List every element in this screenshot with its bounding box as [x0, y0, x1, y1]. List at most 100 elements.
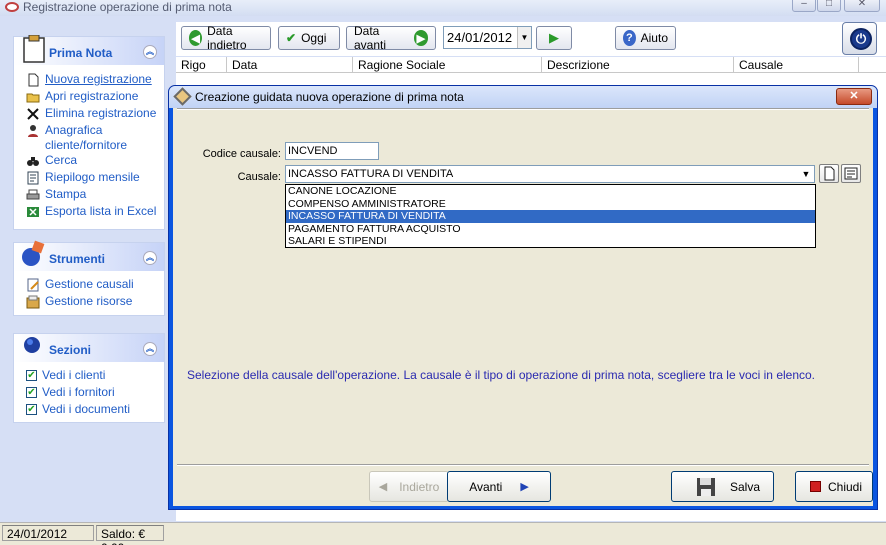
exit-button[interactable]: ⏻ [842, 22, 877, 55]
next-button[interactable]: Avanti ▶ [447, 471, 551, 502]
sidebar-item-label: Elimina registrazione [45, 106, 157, 120]
wizard-icon [173, 87, 192, 106]
sidebar-item-gestione-causali[interactable]: Gestione causali [26, 277, 134, 292]
checkbox-checked-icon[interactable]: ✔ [26, 387, 37, 398]
divider [177, 108, 869, 110]
help-icon: ? [623, 30, 636, 46]
dialog-title-bar: Creazione guidata nuova operazione di pr… [169, 86, 877, 108]
help-button[interactable]: ? Aiuto [615, 26, 676, 50]
sidebar-item-label: Vedi i documenti [42, 402, 131, 416]
sidebar-item-label: Gestione risorse [45, 294, 133, 308]
strumenti-header[interactable]: Strumenti ︽ [14, 240, 164, 271]
dialog-body: Codice causale: INCVEND Causale: INCASSO… [173, 108, 873, 506]
clipboard-icon [23, 35, 45, 63]
window-close-button[interactable]: ✕ [844, 0, 880, 12]
sidebar-item-gestione-risorse[interactable]: Gestione risorse [26, 294, 132, 309]
collapse-icon[interactable]: ︽ [143, 251, 157, 265]
dialog-close-button[interactable]: ✕ [836, 88, 872, 105]
column-header[interactable]: Causale [734, 57, 859, 73]
sidebar-item-riepilogo[interactable]: Riepilogo mensile [26, 170, 140, 185]
arrow-right-icon: ▶ [413, 30, 428, 46]
collapse-icon[interactable]: ︽ [143, 342, 157, 356]
dialog-title: Creazione guidata nuova operazione di pr… [195, 90, 464, 104]
properties-icon [844, 167, 858, 180]
sidebar-item-label: Gestione causali [45, 277, 134, 291]
new-document-icon [824, 166, 835, 181]
sidebar-item-label: Vedi i fornitori [42, 385, 115, 399]
report-icon [27, 171, 39, 185]
list-item[interactable]: COMPENSO AMMINISTRATORE [286, 198, 815, 211]
sidebar-item-nuova-registrazione[interactable]: Nuova registrazione [26, 72, 152, 87]
new-document-icon [28, 73, 39, 87]
power-icon: ⏻ [850, 28, 872, 50]
save-button[interactable]: Salva [671, 471, 774, 502]
column-header[interactable]: Ragione Sociale [353, 57, 542, 73]
divider [177, 464, 869, 466]
causale-options-list[interactable]: CANONE LOCAZIONE COMPENSO AMMINISTRATORE… [285, 184, 816, 248]
list-item[interactable]: PAGAMENTO FATTURA ACQUISTO [286, 223, 815, 236]
list-item[interactable]: SALARI E STIPENDI [286, 235, 815, 248]
status-balance: Saldo: € 0,00 [96, 525, 164, 545]
prima-nota-title: Prima Nota [49, 46, 113, 60]
stop-icon [810, 481, 821, 492]
floppy-disk-icon [697, 477, 715, 496]
app-icon [5, 2, 19, 12]
wizard-dialog: Creazione guidata nuova operazione di pr… [168, 85, 878, 510]
checkbox-checked-icon[interactable]: ✔ [26, 370, 37, 381]
binoculars-icon [27, 157, 39, 166]
sidebar-item-vedi-documenti[interactable]: ✔ Vedi i documenti [26, 402, 130, 417]
column-header[interactable]: Rigo [176, 57, 227, 73]
sidebar-item-label: Riepilogo mensile [45, 170, 140, 184]
sidebar-item-anagrafica[interactable]: Anagrafica cliente/fornitore [26, 123, 140, 153]
help-label: Aiuto [640, 31, 668, 45]
go-button[interactable]: ▶ [536, 26, 572, 50]
date-back-button[interactable]: ◀ Data indietro [181, 24, 271, 52]
sidebar-item-apri-registrazione[interactable]: Apri registrazione [26, 89, 138, 104]
sidebar-item-elimina-registrazione[interactable]: Elimina registrazione [26, 106, 156, 121]
collapse-icon[interactable]: ︽ [143, 45, 157, 59]
excel-export-icon [27, 207, 39, 217]
chevron-down-icon[interactable]: ▼ [799, 167, 813, 181]
sidebar-item-cerca[interactable]: Cerca [26, 153, 77, 168]
sezioni-panel: Sezioni ︽ ✔ Vedi i clienti ✔ Vedi i forn… [13, 333, 165, 423]
today-label: Oggi [301, 31, 327, 45]
edit-causale-button[interactable] [841, 164, 861, 183]
arrow-left-icon: ◀ [378, 481, 388, 493]
code-field[interactable]: INCVEND [285, 142, 379, 160]
date-back-label: Data indietro [207, 24, 247, 52]
back-button[interactable]: ◀ Indietro [369, 471, 449, 502]
today-button[interactable]: ✔ Oggi [278, 26, 340, 50]
list-item-selected[interactable]: INCASSO FATTURA DI VENDITA [286, 210, 815, 223]
sidebar-item-esporta-excel[interactable]: Esporta lista in Excel [26, 204, 156, 219]
checkbox-checked-icon[interactable]: ✔ [26, 404, 37, 415]
sidebar-item-stampa[interactable]: Stampa [26, 187, 86, 202]
close-button[interactable]: Chiudi [795, 471, 873, 502]
arrow-left-icon: ◀ [189, 30, 203, 46]
column-header[interactable]: Descrizione [542, 57, 734, 73]
sezioni-title: Sezioni [49, 343, 92, 357]
sidebar-item-label: Nuova registrazione [45, 72, 152, 86]
date-dropdown-icon[interactable]: ▼ [517, 27, 531, 48]
date-forward-button[interactable]: Data avanti ▶ [346, 24, 436, 52]
resources-icon [26, 295, 40, 309]
delete-x-icon [27, 108, 39, 120]
sezioni-header[interactable]: Sezioni ︽ [14, 334, 164, 362]
causale-select[interactable]: INCASSO FATTURA DI VENDITA [285, 165, 815, 183]
minimize-button[interactable]: – [792, 0, 816, 12]
info-text: Selezione della causale dell'operazione.… [187, 368, 816, 382]
new-causale-button[interactable] [819, 164, 839, 183]
list-item[interactable]: CANONE LOCAZIONE [286, 185, 815, 198]
sidebar-item-vedi-clienti[interactable]: ✔ Vedi i clienti [26, 368, 105, 383]
sidebar-item-label: Anagrafica cliente/fornitore [45, 123, 128, 152]
maximize-button[interactable]: □ [817, 0, 841, 12]
sidebar-item-vedi-fornitori[interactable]: ✔ Vedi i fornitori [26, 385, 115, 400]
prima-nota-header[interactable]: Prima Nota ︽ [14, 35, 164, 65]
play-icon: ▶ [549, 30, 559, 45]
code-label: Codice causale: [202, 148, 281, 160]
prima-nota-panel: Prima Nota ︽ Nuova registrazione Apri re… [13, 35, 165, 230]
person-icon [28, 125, 38, 137]
window-title-bar: Registrazione operazione di prima nota –… [0, 0, 886, 16]
sidebar-item-label: Stampa [45, 187, 87, 201]
tools-icon [22, 240, 45, 266]
column-header[interactable]: Data [227, 57, 353, 73]
